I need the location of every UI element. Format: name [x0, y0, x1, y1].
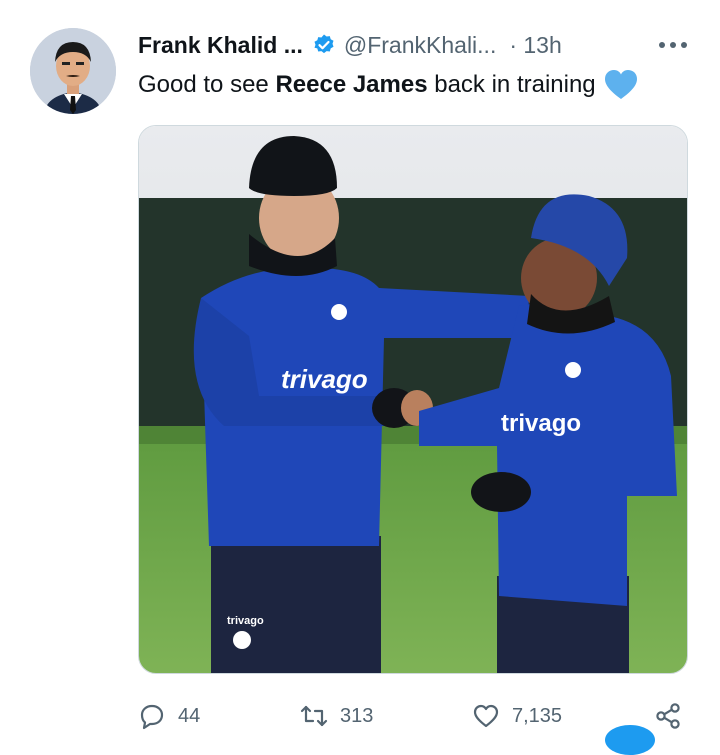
- tweet-text-bold: Reece James: [275, 71, 428, 98]
- tweet-text-start: Good to see: [138, 71, 276, 98]
- retweet-icon: [300, 705, 328, 727]
- tweet-photo[interactable]: trivago trivago trivago: [138, 125, 688, 674]
- reply-count: 44: [178, 704, 201, 727]
- training-photo: trivago trivago trivago: [139, 126, 687, 673]
- reply-button[interactable]: 44: [138, 698, 200, 734]
- verified-badge-icon: [312, 33, 336, 57]
- tweet-text: Good to see Reece James back in training: [138, 68, 638, 102]
- retweet-button[interactable]: 313: [300, 698, 373, 734]
- share-button[interactable]: [654, 698, 694, 734]
- avatar-illustration: [30, 28, 116, 114]
- more-dots-icon[interactable]: [656, 35, 690, 55]
- tweet-time[interactable]: · 13h: [509, 32, 561, 59]
- like-count: 7,135: [512, 704, 563, 727]
- blue-heart-emoji-icon: [604, 69, 638, 101]
- compose-fab-edge[interactable]: [605, 725, 655, 755]
- author-name[interactable]: Frank Khalid ...: [138, 32, 303, 59]
- left-jersey-sponsor: trivago: [281, 364, 368, 394]
- tweet-text-end: back in training: [427, 71, 596, 98]
- tweet-header: Frank Khalid ... @FrankKhali... · 13h: [138, 27, 562, 63]
- avatar[interactable]: [30, 28, 116, 114]
- right-jersey-sponsor: trivago: [501, 410, 581, 437]
- share-icon: [656, 703, 680, 729]
- like-button[interactable]: 7,135: [472, 698, 562, 734]
- author-handle[interactable]: @FrankKhali...: [344, 32, 496, 59]
- heart-icon: [473, 704, 499, 728]
- reply-icon: [140, 704, 164, 730]
- left-shorts-sponsor: trivago: [227, 615, 264, 627]
- retweet-count: 313: [340, 704, 374, 727]
